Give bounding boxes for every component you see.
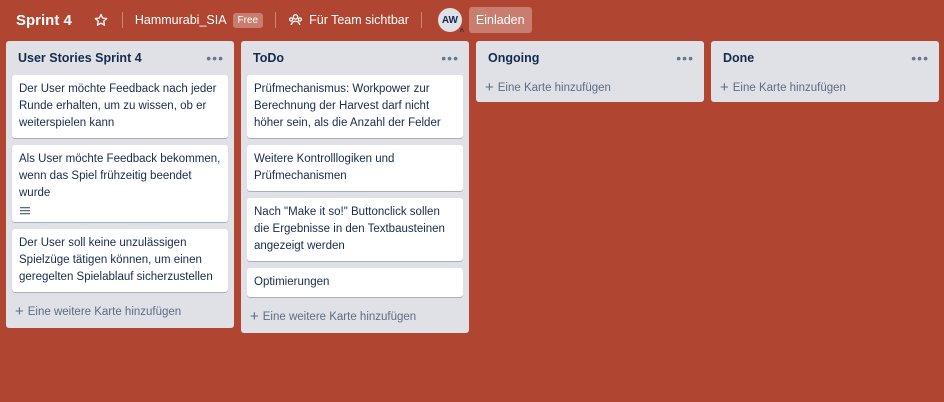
- add-card-button[interactable]: + Eine Karte hinzufügen: [711, 75, 939, 100]
- plus-icon: +: [485, 79, 494, 96]
- list-card[interactable]: Der User soll keine unzulässigen Spielzü…: [12, 229, 228, 292]
- visibility-label: Für Team sichtbar: [309, 13, 409, 27]
- team-visibility-icon: [289, 14, 303, 26]
- list-user-stories: User Stories Sprint 4 ••• Der User möcht…: [6, 41, 234, 328]
- add-card-label: Eine weitere Karte hinzufügen: [27, 305, 182, 318]
- add-card-label: Eine Karte hinzufügen: [732, 81, 846, 94]
- more-dots-icon[interactable]: •••: [206, 50, 224, 66]
- plus-icon: +: [250, 308, 259, 325]
- header-divider: [420, 12, 422, 28]
- list-title[interactable]: Done: [723, 51, 754, 65]
- add-card-label: Eine Karte hinzufügen: [497, 81, 611, 94]
- list-card[interactable]: Als User möchte Feedback bekommen, wenn …: [12, 145, 228, 222]
- list-card[interactable]: Weitere Kontrolllogiken und Prüfmechanis…: [247, 145, 463, 191]
- card-container: Der User möchte Feedback nach jeder Rund…: [6, 75, 234, 292]
- list-done: Done ••• + Eine Karte hinzufügen: [711, 41, 939, 102]
- list-card[interactable]: Optimierungen: [247, 268, 463, 297]
- list-ongoing: Ongoing ••• + Eine Karte hinzufügen: [476, 41, 704, 102]
- list-title[interactable]: User Stories Sprint 4: [18, 51, 142, 65]
- more-dots-icon[interactable]: •••: [676, 50, 694, 66]
- invite-button[interactable]: Einladen: [468, 7, 532, 33]
- list-header: Ongoing •••: [476, 41, 704, 75]
- list-header: User Stories Sprint 4 •••: [6, 41, 234, 75]
- visibility-button[interactable]: Für Team sichtbar: [282, 6, 415, 34]
- member-avatar[interactable]: AW ˄: [437, 8, 464, 35]
- header-divider: [275, 12, 277, 28]
- header-divider: [121, 12, 123, 28]
- list-title[interactable]: ToDo: [253, 51, 284, 65]
- board-title[interactable]: Sprint 4: [8, 8, 80, 33]
- add-card-label: Eine weitere Karte hinzufügen: [262, 310, 417, 323]
- list-todo: ToDo ••• Prüfmechanismus: Workpower zur …: [241, 41, 469, 333]
- add-card-button[interactable]: + Eine weitere Karte hinzufügen: [6, 299, 234, 324]
- plan-badge: Free: [232, 12, 264, 28]
- card-text: Als User möchte Feedback bekommen, wenn …: [19, 153, 221, 199]
- plus-icon: +: [720, 79, 729, 96]
- list-card[interactable]: Der User möchte Feedback nach jeder Rund…: [12, 75, 228, 138]
- card-container: Prüfmechanismus: Workpower zur Berechnun…: [241, 75, 469, 297]
- more-dots-icon[interactable]: •••: [441, 50, 459, 66]
- description-icon: [20, 207, 30, 215]
- list-header: Done •••: [711, 41, 939, 75]
- team-name: Hammurabi_SIA: [134, 13, 227, 27]
- more-dots-icon[interactable]: •••: [911, 50, 929, 66]
- avatar-initials: AW: [441, 14, 458, 26]
- plus-icon: +: [15, 303, 24, 320]
- list-card[interactable]: Prüfmechanismus: Workpower zur Berechnun…: [247, 75, 463, 138]
- list-title[interactable]: Ongoing: [488, 51, 539, 65]
- star-button[interactable]: [86, 6, 116, 34]
- team-button[interactable]: Hammurabi_SIA Free: [129, 6, 269, 34]
- board-header: Sprint 4 Hammurabi_SIA Free Für Team sic…: [0, 0, 944, 40]
- add-card-button[interactable]: + Eine weitere Karte hinzufügen: [241, 304, 469, 329]
- admin-chevron-icon: ˄: [459, 28, 464, 35]
- add-card-button[interactable]: + Eine Karte hinzufügen: [476, 75, 704, 100]
- list-header: ToDo •••: [241, 41, 469, 75]
- list-card[interactable]: Nach "Make it so!" Buttonclick sollen di…: [247, 198, 463, 261]
- star-icon: [94, 13, 108, 26]
